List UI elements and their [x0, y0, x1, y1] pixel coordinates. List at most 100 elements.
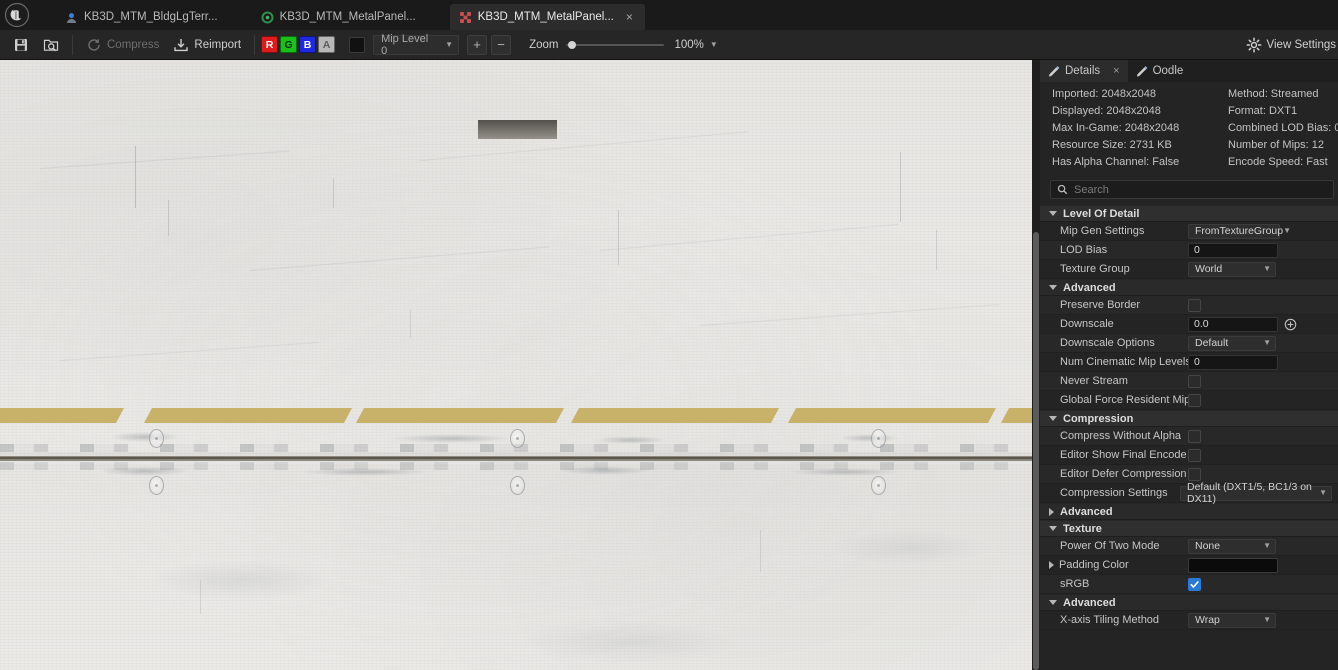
chevron-down-icon: ▼ — [1263, 615, 1271, 624]
editor-show-final-encode-checkbox[interactable] — [1188, 448, 1201, 462]
browse-to-asset-icon — [43, 39, 59, 51]
preserve-border-checkbox[interactable] — [1188, 298, 1201, 312]
info-resource-size: Resource Size: 2731 KB — [1052, 139, 1172, 151]
padding-color-swatch[interactable] — [1188, 557, 1278, 573]
srgb-checkbox[interactable] — [1188, 577, 1201, 591]
property-label: Power Of Two Mode — [1060, 540, 1160, 552]
section-header-texture[interactable]: Texture — [1040, 520, 1338, 537]
texture-stripe — [1001, 408, 1032, 423]
details-properties-scroll[interactable]: Level Of Detail Mip Gen Settings FromTex… — [1040, 205, 1338, 670]
property-row-preserve-border[interactable]: Preserve Border — [1040, 296, 1338, 315]
property-row-global-force-resident-mip-levels[interactable]: Global Force Resident Mip Le... — [1040, 391, 1338, 410]
dropdown-value: World — [1195, 263, 1223, 275]
texture-smudge — [300, 468, 430, 476]
lod-bias-input[interactable]: 0 — [1188, 242, 1278, 258]
section-header-level-of-detail[interactable]: Level Of Detail — [1040, 205, 1338, 222]
property-row-power-of-two-mode[interactable]: Power Of Two Mode None ▼ — [1040, 537, 1338, 556]
texture-scratch — [135, 146, 136, 208]
search-input[interactable]: Search — [1050, 180, 1334, 199]
texture-smudge — [392, 434, 512, 443]
texture-preview-viewport[interactable] — [0, 60, 1040, 670]
texture-rivet — [149, 476, 164, 495]
num-cinematic-mip-levels-input[interactable]: 0 — [1188, 354, 1278, 370]
view-settings-button[interactable]: View Settings — [1246, 37, 1338, 53]
texture-smudge — [596, 436, 666, 444]
editor-defer-compression-checkbox[interactable] — [1188, 467, 1201, 481]
zoom-label: Zoom — [529, 38, 559, 51]
property-row-num-cinematic-mip-levels[interactable]: Num Cinematic Mip Levels 0 — [1040, 353, 1338, 372]
pencil-icon — [1136, 66, 1147, 77]
property-row-editor-show-final-encode[interactable]: Editor Show Final Encode — [1040, 446, 1338, 465]
downscale-input[interactable]: 0.0 — [1188, 316, 1278, 332]
texture-smudge — [150, 560, 330, 600]
browse-to-asset-button[interactable] — [36, 33, 66, 57]
channel-toggle-alpha[interactable]: A — [318, 36, 336, 53]
chevron-right-icon[interactable] — [1049, 561, 1054, 569]
property-row-padding-color[interactable]: Padding Color — [1040, 556, 1338, 575]
property-row-srgb[interactable]: sRGB — [1040, 575, 1338, 594]
texture-scratch — [900, 152, 901, 222]
mip-decrease-button[interactable]: − — [491, 34, 512, 55]
property-row-compression-settings[interactable]: Compression Settings Default (DXT1/5, BC… — [1040, 481, 1338, 505]
compress-button[interactable]: Compress — [79, 33, 166, 57]
asset-icon-red — [459, 11, 471, 23]
viewport-vertical-scrollbar[interactable] — [1032, 60, 1040, 670]
tab-details-label: Details — [1065, 65, 1101, 77]
editor-tab-2-active[interactable]: KB3D_MTM_MetalPanel... × — [449, 4, 645, 30]
channel-toggle-green[interactable]: G — [280, 36, 298, 53]
close-icon[interactable]: × — [624, 11, 635, 23]
channel-toggle-red[interactable]: R — [261, 36, 279, 53]
channel-toggle-blue[interactable]: B — [299, 36, 317, 53]
zoom-dropdown-chevron-icon[interactable]: ▼ — [710, 40, 718, 49]
viewport-scrollbar-thumb[interactable] — [1033, 232, 1039, 670]
x-axis-tiling-method-dropdown[interactable]: Wrap ▼ — [1188, 612, 1276, 628]
property-row-downscale-options[interactable]: Downscale Options Default ▼ — [1040, 334, 1338, 353]
property-row-texture-group[interactable]: Texture Group World ▼ — [1040, 260, 1338, 279]
property-label: Preserve Border — [1060, 299, 1141, 311]
asset-icon-green — [261, 11, 274, 23]
property-row-x-axis-tiling-method[interactable]: X-axis Tiling Method Wrap ▼ — [1040, 611, 1338, 630]
mip-increase-button[interactable]: + — [467, 34, 488, 55]
texture-rivet — [510, 476, 525, 495]
never-stream-checkbox[interactable] — [1188, 374, 1201, 388]
close-icon[interactable]: × — [1113, 65, 1119, 77]
tabbar-empty-area — [645, 4, 1338, 30]
chevron-down-icon: ▼ — [1283, 226, 1292, 235]
mip-level-dropdown[interactable]: Mip Level 0 ▼ — [373, 33, 460, 57]
section-header-lod-advanced[interactable]: Advanced — [1040, 279, 1338, 296]
section-title: Compression — [1063, 412, 1134, 425]
add-override-icon[interactable] — [1284, 318, 1297, 331]
tab-details[interactable]: Details × — [1040, 60, 1128, 82]
zoom-slider[interactable] — [566, 35, 665, 55]
property-row-downscale[interactable]: Downscale 0.0 — [1040, 315, 1338, 334]
editor-tab-label: KB3D_MTM_BldgLgTerr... — [84, 11, 218, 23]
editor-tab-1[interactable]: KB3D_MTM_MetalPanel... — [252, 4, 426, 30]
channel-toggle-group: R G B A — [261, 36, 336, 53]
reimport-icon — [174, 38, 189, 51]
compression-settings-dropdown[interactable]: Default (DXT1/5, BC1/3 on DX11) ▼ — [1180, 481, 1332, 505]
property-row-lod-bias[interactable]: LOD Bias 0 — [1040, 241, 1338, 260]
section-header-compression[interactable]: Compression — [1040, 410, 1338, 427]
section-header-texture-advanced[interactable]: Advanced — [1040, 594, 1338, 611]
property-row-never-stream[interactable]: Never Stream — [1040, 372, 1338, 391]
global-force-resident-mip-levels-checkbox[interactable] — [1188, 393, 1201, 407]
tab-oodle[interactable]: Oodle — [1128, 60, 1192, 82]
property-row-mip-gen-settings[interactable]: Mip Gen Settings FromTextureGroup ▼ — [1040, 222, 1338, 241]
editor-tab-0[interactable]: KB3D_MTM_BldgLgTerr... — [56, 4, 228, 30]
texture-group-dropdown[interactable]: World ▼ — [1188, 261, 1276, 277]
downscale-options-dropdown[interactable]: Default ▼ — [1188, 335, 1276, 351]
details-panel-tabs: Details × Oodle — [1040, 60, 1338, 82]
section-header-compression-advanced[interactable]: Advanced — [1040, 503, 1338, 520]
save-button[interactable] — [6, 33, 36, 57]
texture-seam-line — [0, 456, 1032, 461]
background-color-swatch[interactable] — [349, 36, 366, 53]
mip-gen-settings-dropdown[interactable]: FromTextureGroup ▼ — [1188, 223, 1291, 239]
zoom-slider-handle[interactable] — [568, 40, 577, 49]
pencil-icon — [1048, 66, 1060, 77]
power-of-two-mode-dropdown[interactable]: None ▼ — [1188, 538, 1276, 554]
reimport-button[interactable]: Reimport — [166, 33, 248, 57]
dropdown-value: None — [1195, 540, 1221, 552]
editor-tab-label: KB3D_MTM_MetalPanel... — [477, 11, 614, 23]
compress-without-alpha-checkbox[interactable] — [1188, 429, 1201, 443]
property-row-compress-without-alpha[interactable]: Compress Without Alpha — [1040, 427, 1338, 446]
